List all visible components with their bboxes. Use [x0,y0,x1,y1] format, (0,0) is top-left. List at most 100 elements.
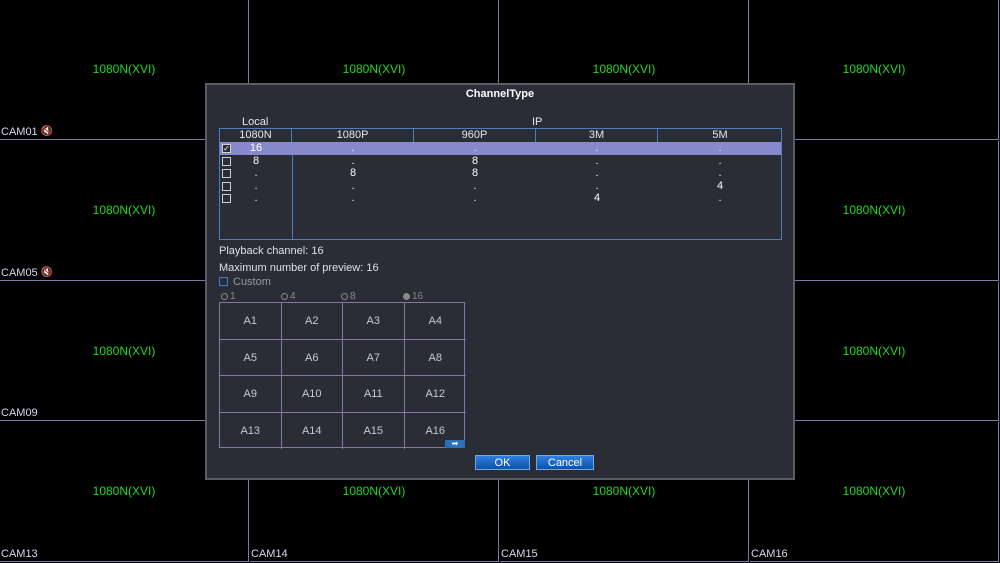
channel-cell[interactable]: A9 [220,376,282,413]
channel-label: A6 [305,351,319,364]
table-cell: . [351,154,355,167]
channel-type-dialog: ChannelType Local IP 1080N 1080P 960P 3M 5M … [205,83,795,480]
custom-checkbox[interactable] [219,277,228,286]
table-row[interactable]: .... 4 [220,180,781,193]
channel-label: A13 [240,424,261,437]
dialog-title: ChannelType [465,88,535,100]
table-cell: . [254,167,258,179]
table-row[interactable]: ... 4. [220,192,781,205]
preview-radio-16[interactable]: 16 [403,291,423,302]
channel-cell[interactable]: A7 [343,339,405,376]
table-cell: . [473,179,477,192]
table-row[interactable]: ✓ 16.... [220,142,781,155]
channel-cell[interactable]: A5 [220,339,282,376]
channel-type-table: 1080N 1080P 960P 3M 5M ✓ 16.... 8. 8... 8 8......… [219,128,782,240]
radio-dot [341,293,348,300]
radio-dot [221,293,228,300]
camera-label: CAM09 [1,407,38,419]
radio-label: 8 [350,291,356,302]
radio-dot [281,293,288,300]
channel-label: A2 [305,315,319,327]
camera-name: CAM13 [1,548,38,560]
column-header: 1080N [220,129,292,142]
custom-label: Custom [233,276,271,288]
channel-label: A4 [428,315,442,327]
table-cell: . [254,192,258,204]
channel-label: A9 [243,388,257,400]
camera-label: CAM13 [1,548,38,560]
arrow-right-icon[interactable]: ➡ [445,440,465,448]
table-cell: 4 [593,192,601,204]
channel-cell[interactable]: A15 [343,412,405,449]
channel-label: A12 [425,388,446,400]
table-cell: . [254,179,258,192]
camera-resolution: 1080N(XVI) [592,62,656,76]
table-cell: . [595,179,599,192]
preview-radio-8[interactable]: 8 [341,291,356,302]
channel-cell[interactable]: A10 [281,376,343,413]
camera-name: CAM09 [1,407,38,420]
camera-resolution: 1080N(XVI) [92,62,156,76]
camera-name: CAM01 [1,125,38,138]
camera-label: CAM01 🔇 [1,126,53,138]
table-cell: . [718,142,722,154]
camera-name: CAM14 [251,548,288,560]
camera-resolution: 1080N(XVI) [842,62,906,76]
camera-resolution: 1080N(XVI) [342,62,406,76]
radio-label: 1 [230,291,236,302]
playback-channel-text: Playback channel: 16 [219,245,324,257]
column-header: 3M [536,129,658,142]
max-preview-text: Maximum number of preview: 16 [219,262,379,274]
table-row[interactable]: 8. 8.. [220,155,781,168]
channel-label: A5 [243,351,257,364]
table-cell: . [595,142,599,154]
table-cell: 8 [252,154,260,167]
channel-label: A10 [301,388,322,400]
camera-label: CAM15 [501,548,538,560]
table-cell: . [595,167,599,179]
table-cell: 8 [471,167,479,179]
channel-cell[interactable]: A3 [343,303,405,340]
camera-name: CAM15 [501,548,538,560]
channel-cell[interactable]: A4 [404,303,466,340]
table-cell: . [351,192,355,204]
cancel-button[interactable]: Cancel [536,455,594,470]
camera-resolution: 1080N(XVI) [592,484,656,499]
channel-label: A7 [366,351,380,364]
table-cell: . [473,142,477,154]
camera-label: CAM16 [751,548,788,560]
table-cell: . [718,154,722,167]
table-cell: . [595,154,599,167]
table-cell: . [351,179,355,192]
camera-label: CAM14 [251,548,288,560]
channel-cell[interactable]: A14 [282,412,343,449]
table-row[interactable]: . 8 8.. [220,167,781,180]
channel-label: A3 [366,315,380,327]
channel-cell[interactable]: A2 [281,303,343,340]
table-cell: . [473,192,477,204]
table-cell: . [718,192,722,204]
channel-cell[interactable]: A8 [404,340,466,376]
ip-group-label: IP [532,116,543,128]
table-cell: 8 [349,167,357,179]
local-group-label: Local [242,116,269,128]
preview-radio-4[interactable]: 4 [281,291,296,302]
camera-name: CAM16 [751,548,788,560]
ok-button[interactable]: OK [475,455,530,470]
column-header: 960P [414,129,536,142]
channel-cell[interactable]: A11 [343,376,405,413]
channel-cell[interactable]: A13 [220,412,282,449]
channel-cell[interactable]: A6 [281,339,343,376]
channel-label: A1 [243,315,257,327]
camera-resolution: 1080N(XVI) [92,484,156,499]
table-cell: 16 [249,142,263,154]
channel-label: A14 [301,424,322,437]
channel-label: A15 [363,424,384,437]
preview-radio-1[interactable]: 1 [221,291,236,302]
channel-cell[interactable]: A16 ➡ [405,413,467,450]
channel-cell[interactable]: A1 [220,303,282,340]
channel-cell[interactable]: A12 [404,376,466,413]
channel-label: A8 [428,351,442,364]
table-header: 1080N 1080P 960P 3M 5M [220,129,781,143]
table-cell: 8 [471,154,479,167]
